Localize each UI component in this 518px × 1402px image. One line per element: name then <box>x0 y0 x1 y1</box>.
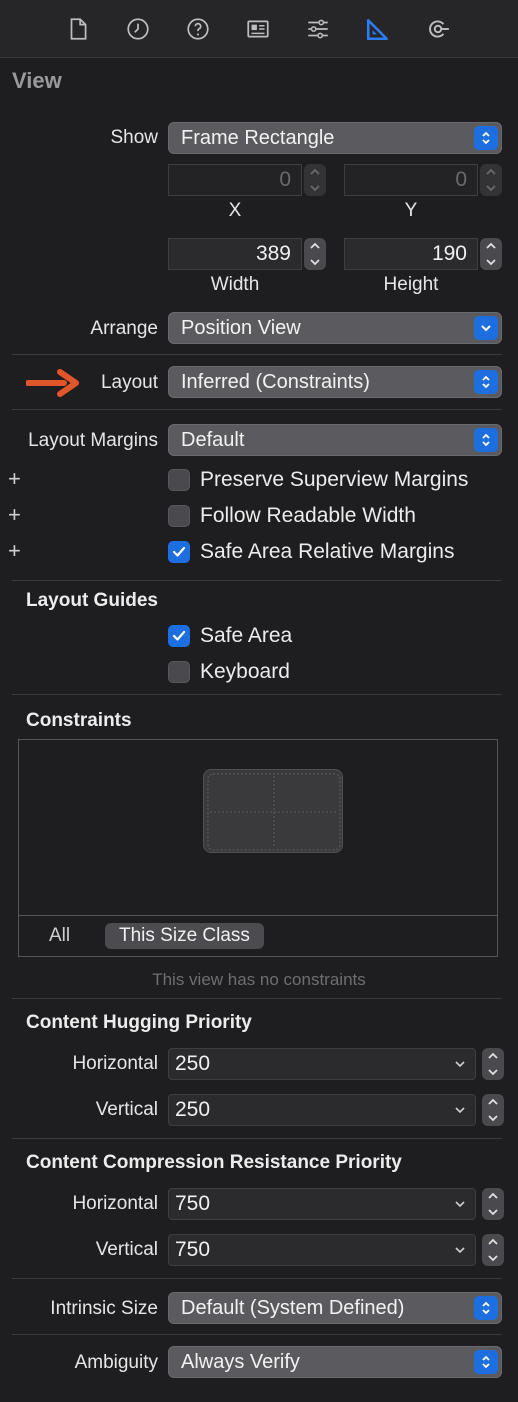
divider <box>12 409 502 410</box>
compression-horizontal-value: 750 <box>175 1192 211 1215</box>
chevron-down-icon <box>474 316 498 340</box>
chevron-down-icon <box>455 1201 465 1208</box>
popup-arrows-icon <box>474 428 498 452</box>
tab-this-size-class[interactable]: This Size Class <box>105 923 264 949</box>
file-icon[interactable] <box>63 14 93 44</box>
y-stepper[interactable] <box>480 164 502 196</box>
show-label: Show <box>110 127 158 148</box>
hugging-vertical-value: 250 <box>175 1098 211 1121</box>
help-icon[interactable] <box>183 14 213 44</box>
size-ruler-icon[interactable] <box>363 14 393 44</box>
layout-guides-title: Layout Guides <box>26 590 158 611</box>
safe-area-relative-margins-label: Safe Area Relative Margins <box>200 540 455 563</box>
popup-arrows-icon <box>474 126 498 150</box>
constraints-box: All This Size Class <box>18 739 498 957</box>
attributes-icon[interactable] <box>303 14 333 44</box>
chevron-down-icon <box>455 1061 465 1068</box>
divider <box>19 915 497 916</box>
intrinsic-size-label: Intrinsic Size <box>50 1298 158 1319</box>
ambiguity-popup[interactable]: Always Verify <box>168 1346 502 1378</box>
width-label: Width <box>210 274 260 295</box>
view-section-title: View <box>12 68 62 93</box>
hugging-horizontal-label: Horizontal <box>72 1053 158 1074</box>
compression-vertical-combo[interactable]: 750 <box>168 1234 476 1266</box>
identity-icon[interactable] <box>243 14 273 44</box>
chevron-down-icon <box>455 1107 465 1114</box>
safe-area-label: Safe Area <box>200 624 293 647</box>
ambiguity-label: Ambiguity <box>74 1352 158 1373</box>
popup-arrows-icon <box>474 1350 498 1374</box>
connections-icon[interactable] <box>423 14 453 44</box>
divider <box>12 1334 502 1335</box>
layout-margins-popup-value: Default <box>181 429 245 451</box>
hugging-vertical-stepper[interactable] <box>482 1094 504 1126</box>
compression-horizontal-stepper[interactable] <box>482 1188 504 1220</box>
width-field[interactable]: 389 <box>168 238 302 270</box>
arrange-label: Arrange <box>90 318 158 339</box>
popup-arrows-icon <box>474 370 498 394</box>
content-hugging-title: Content Hugging Priority <box>26 1012 252 1033</box>
hugging-vertical-label: Vertical <box>95 1099 158 1120</box>
preserve-superview-margins-label: Preserve Superview Margins <box>200 468 469 491</box>
keyboard-label: Keyboard <box>200 660 290 683</box>
layout-popup[interactable]: Inferred (Constraints) <box>168 366 502 398</box>
layout-popup-value: Inferred (Constraints) <box>181 371 370 393</box>
divider <box>12 998 502 999</box>
preserve-superview-margins-checkbox[interactable] <box>168 469 190 491</box>
add-variation-button[interactable]: + <box>8 466 21 492</box>
width-stepper[interactable] <box>304 238 326 270</box>
show-popup[interactable]: Frame Rectangle <box>168 122 502 154</box>
view-preview <box>203 769 343 853</box>
inspector-toolbar <box>0 0 518 58</box>
safe-area-relative-margins-checkbox[interactable] <box>168 541 190 563</box>
tab-all[interactable]: All <box>35 923 84 949</box>
layout-margins-popup[interactable]: Default <box>168 424 502 456</box>
hugging-horizontal-combo[interactable]: 250 <box>168 1048 476 1080</box>
divider <box>12 1278 502 1279</box>
safe-area-checkbox[interactable] <box>168 625 190 647</box>
divider <box>12 354 502 355</box>
follow-readable-width-label: Follow Readable Width <box>200 504 416 527</box>
keyboard-checkbox[interactable] <box>168 661 190 683</box>
constraints-title: Constraints <box>26 710 132 731</box>
x-stepper[interactable] <box>304 164 326 196</box>
arrange-popup-value: Position View <box>181 317 301 339</box>
compression-vertical-value: 750 <box>175 1238 211 1261</box>
divider <box>12 1138 502 1139</box>
add-variation-button[interactable]: + <box>8 538 21 564</box>
chevron-down-icon <box>455 1247 465 1254</box>
x-field[interactable]: 0 <box>168 164 302 196</box>
hugging-horizontal-value: 250 <box>175 1052 211 1075</box>
add-variation-button[interactable]: + <box>8 502 21 528</box>
ambiguity-value: Always Verify <box>181 1351 300 1373</box>
arrow-icon <box>25 368 82 398</box>
y-label: Y <box>404 200 418 221</box>
x-label: X <box>228 200 242 221</box>
height-label: Height <box>383 274 439 295</box>
y-field[interactable]: 0 <box>344 164 478 196</box>
layout-margins-label: Layout Margins <box>28 430 158 451</box>
compression-horizontal-label: Horizontal <box>72 1193 158 1214</box>
compression-horizontal-combo[interactable]: 750 <box>168 1188 476 1220</box>
height-field[interactable]: 190 <box>344 238 478 270</box>
divider <box>12 580 502 581</box>
content-compression-title: Content Compression Resistance Priority <box>26 1152 402 1173</box>
hugging-horizontal-stepper[interactable] <box>482 1048 504 1080</box>
no-constraints-message: This view has no constraints <box>152 970 366 989</box>
intrinsic-size-popup[interactable]: Default (System Defined) <box>168 1292 502 1324</box>
divider <box>12 694 502 695</box>
arrange-popup[interactable]: Position View <box>168 312 502 344</box>
compression-vertical-label: Vertical <box>95 1239 158 1260</box>
hugging-vertical-combo[interactable]: 250 <box>168 1094 476 1126</box>
height-stepper[interactable] <box>480 238 502 270</box>
popup-arrows-icon <box>474 1296 498 1320</box>
history-icon[interactable] <box>123 14 153 44</box>
intrinsic-size-value: Default (System Defined) <box>181 1297 405 1319</box>
layout-label: Layout <box>100 372 158 393</box>
follow-readable-width-checkbox[interactable] <box>168 505 190 527</box>
show-popup-value: Frame Rectangle <box>181 127 335 149</box>
compression-vertical-stepper[interactable] <box>482 1234 504 1266</box>
